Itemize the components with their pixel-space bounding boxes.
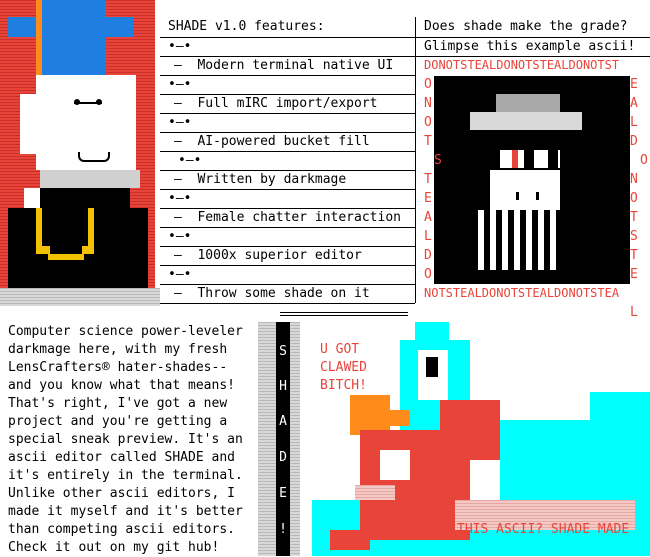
bird-pupil (426, 357, 438, 377)
bullet: •—• (168, 191, 192, 206)
shade-teeth (478, 210, 558, 270)
bullet: •—• (168, 115, 192, 130)
divider (280, 312, 408, 313)
bullet: •—• (168, 229, 192, 244)
bullet: •—• (168, 39, 192, 54)
preview-subtitle: Glimpse this example ascii! (424, 39, 636, 54)
bird-beak (350, 395, 390, 435)
glasses-lens-right (96, 99, 102, 105)
bottom-caption: THIS ASCII? SHADE MADE (457, 522, 630, 537)
shade-hat-brim (470, 112, 582, 130)
feature-item: — 1000x superior editor (174, 248, 362, 263)
shade-hat-crown (496, 94, 560, 112)
feature-item: — Written by darkmage (174, 172, 347, 187)
bird-chest (380, 450, 410, 480)
overflow-letter: L (630, 305, 638, 320)
ground-strip (0, 288, 160, 306)
ear (20, 94, 36, 154)
torso (8, 208, 148, 288)
preview-title: Does shade make the grade? (424, 19, 628, 34)
feature-item: — Modern terminal native UI (174, 58, 394, 73)
bullet: •—• (168, 77, 192, 92)
chain-bottom (48, 254, 84, 260)
bird-caption-line: CLAWED (320, 360, 367, 375)
banner-bottom: NOTSTEALDONOTSTEALDONOTSTEA (424, 286, 620, 300)
bird-caption-line: U GOT (320, 342, 360, 357)
feature-item: — Female chatter interaction (174, 210, 401, 225)
bird-caption-line: BITCH! (320, 378, 367, 393)
banner-top: DONOTSTEALDONOTSTEALDONOTST (424, 58, 620, 72)
collar (40, 170, 140, 188)
chain-link-left (42, 246, 50, 254)
bird-claw (330, 530, 370, 550)
bullet: •—• (178, 153, 202, 168)
feature-item: — AI-powered bucket fill (174, 134, 370, 149)
cap-stripe (36, 0, 42, 75)
feature-item: — Throw some shade on it (174, 286, 370, 301)
feature-item: — Full mIRC import/export (174, 96, 378, 111)
cap-crown (36, 0, 106, 75)
chain-link-right (82, 246, 90, 254)
bullet: •—• (168, 267, 192, 282)
shade-face (490, 170, 560, 210)
features-header: SHADE v1.0 features: (168, 19, 325, 34)
mouth (78, 152, 110, 162)
hand-left (24, 188, 40, 208)
glasses-lens-left (74, 99, 80, 105)
